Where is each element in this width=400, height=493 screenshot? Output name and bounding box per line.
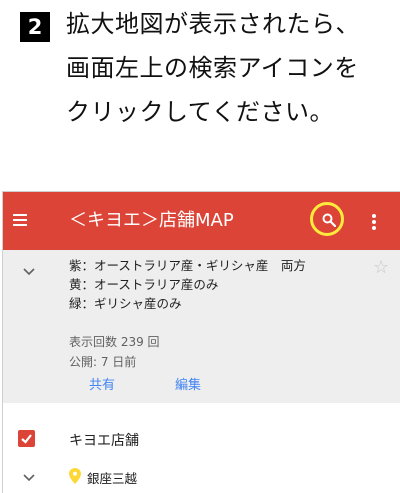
search-button[interactable] (310, 202, 344, 236)
description-line: 黄：オーストラリア産のみ (69, 277, 219, 292)
map-title: ＜キヨエ＞店舗MAP (69, 210, 234, 231)
chevron-down-icon[interactable] (23, 268, 35, 276)
more-options-icon[interactable] (372, 214, 376, 230)
layer-title: キヨエ店舗 (69, 433, 139, 449)
map-info-card: ☆ 紫：オーストラリア産・ギリシャ産 両方 黄：オーストラリア産のみ 緑：ギリシ… (3, 250, 400, 403)
layer-checkbox[interactable] (18, 430, 35, 447)
step-instruction: 2 拡大地図が表示されたら、 画面左上の検索アイコンを クリックしてください。 (0, 0, 400, 185)
description-line: 紫：オーストラリア産・ギリシャ産 両方 (69, 258, 306, 273)
map-app-screen: ＜キヨエ＞店舗MAP ☆ 紫：オーストラリア産・ギリシャ産 両方 黄：オーストラ… (2, 191, 400, 493)
edit-button[interactable]: 編集 (175, 374, 201, 393)
search-icon (322, 213, 336, 227)
app-bar: ＜キヨエ＞店舗MAP (3, 192, 400, 250)
place-row[interactable]: 銀座三越 (3, 464, 400, 490)
published-date: 公開: 7 日前 (69, 355, 137, 369)
view-count: 表示回数 239 回 (69, 335, 160, 349)
share-button[interactable]: 共有 (89, 374, 115, 393)
place-label: 銀座三越 (87, 471, 138, 486)
description-line: 緑：ギリシャ産のみ (69, 296, 182, 311)
layer-row[interactable]: キヨエ店舗 (3, 424, 400, 454)
map-description: 紫：オーストラリア産・ギリシャ産 両方 黄：オーストラリア産のみ 緑：ギリシャ産… (69, 256, 369, 313)
menu-icon[interactable] (13, 214, 27, 227)
chevron-down-icon[interactable] (23, 474, 35, 482)
checkmark-icon (21, 434, 32, 444)
step-number-badge: 2 (20, 12, 50, 42)
star-icon[interactable]: ☆ (373, 258, 389, 278)
map-meta: 表示回数 239 回 公開: 7 日前 (69, 332, 160, 372)
step-instruction-text: 拡大地図が表示されたら、 画面左上の検索アイコンを クリックしてください。 (66, 10, 360, 126)
map-pin-icon (69, 468, 81, 484)
